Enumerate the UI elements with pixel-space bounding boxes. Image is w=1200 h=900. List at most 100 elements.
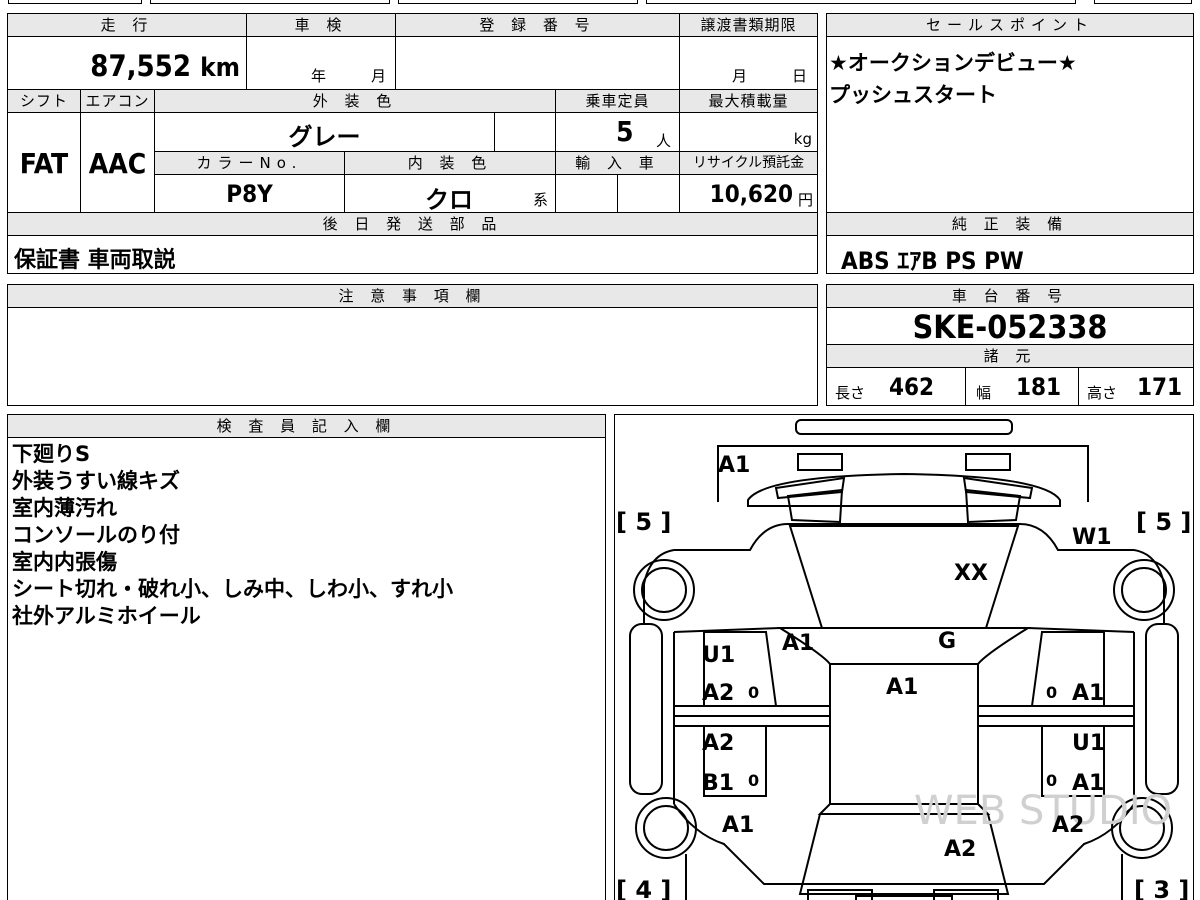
- inspector-note: 室内内張傷: [12, 550, 117, 574]
- later-parts-value: 保証書 車両取説: [14, 248, 176, 273]
- mark-roof: A1: [886, 675, 918, 700]
- wheel-front-right: [1113, 559, 1175, 621]
- max-load-header: 最大積載量: [679, 89, 818, 113]
- capacity-unit: 人: [656, 132, 672, 150]
- color-no-cell: P8Y: [154, 174, 345, 213]
- inspector-header: 検 査 員 記 入 欄: [7, 414, 606, 438]
- recycle-fee-value: 10,620: [709, 180, 793, 208]
- interior-color-value: クロ: [425, 186, 473, 214]
- capacity-cell: 5 人: [555, 112, 680, 152]
- factory-equipment-cell: ABS ｴｱB PS PW: [826, 235, 1194, 275]
- length-cell: 長さ 462: [826, 367, 966, 406]
- sales-point-header: セールスポイント: [826, 13, 1194, 37]
- inspector-note: 下廻りS: [12, 442, 91, 466]
- tire-tread-front-left: [ 5 ]: [616, 508, 671, 536]
- factory-equipment-value: ABS ｴｱB PS PW: [841, 247, 1024, 275]
- aircon-cell: AAC: [80, 112, 155, 213]
- height-cell: 高さ 171: [1078, 367, 1194, 406]
- registration-cell: [395, 36, 680, 90]
- width-label: 幅: [976, 384, 992, 402]
- width-value: 181: [1016, 373, 1062, 401]
- later-parts-header: 後 日 発 送 部 品: [7, 212, 818, 236]
- mark-left-front-door-a: A2: [702, 681, 734, 706]
- aircon-header: エアコン: [80, 89, 155, 113]
- tire-mark-zero: 0: [748, 683, 759, 702]
- inspector-note: コンソールのり付: [12, 523, 180, 547]
- mark-left-front-door-u: U1: [702, 643, 735, 668]
- chassis-no-header: 車 台 番 号: [826, 284, 1194, 308]
- interior-color-cell: クロ 系: [344, 174, 556, 214]
- notes-body: [7, 307, 818, 406]
- recycle-fee-header: リサイクル預託金: [679, 151, 818, 175]
- interior-color-suffix: 系: [533, 191, 549, 209]
- tire-mark-zero: 0: [1046, 771, 1057, 790]
- import-car-header: 輸 入 車: [555, 151, 680, 175]
- front-bumper-bar: [795, 419, 1013, 435]
- length-label: 長さ: [835, 384, 866, 402]
- height-value: 171: [1137, 373, 1183, 401]
- mileage-header: 走 行: [7, 13, 247, 37]
- deadline-month-unit: 月: [732, 67, 748, 85]
- transfer-deadline-header: 譲渡書類期限: [679, 13, 818, 37]
- length-value: 462: [889, 373, 935, 401]
- car-diagram-panel: WEB STUDIO [ 5 ] [ 5 ] [ 4 ] [ 3 ] A1 W1…: [614, 414, 1194, 900]
- inspector-note: シート切れ・破れ小、しみ中、しわ小、すれ小: [12, 577, 453, 601]
- mark-right-front-door: A1: [1072, 681, 1104, 706]
- tire-tread-rear-left: [ 4 ]: [616, 876, 671, 900]
- watermark-text: WEB STUDIO: [914, 788, 1172, 834]
- wheel-rear-left: [635, 797, 697, 859]
- mileage-unit: km: [200, 53, 240, 83]
- mark-roof-front: G: [938, 629, 956, 654]
- chassis-no-value: SKE-052338: [912, 308, 1108, 346]
- width-cell: 幅 181: [965, 367, 1079, 406]
- max-load-unit: kg: [793, 130, 812, 148]
- mark-rear-gate: A2: [944, 837, 976, 862]
- sales-point-line-2: プッシュスタート: [829, 83, 997, 107]
- mileage-cell: 87,552 km: [7, 36, 247, 90]
- mark-windshield: XX: [954, 561, 988, 586]
- exterior-color-value: グレー: [288, 123, 361, 151]
- max-load-cell: kg: [679, 112, 818, 152]
- tire-mark-zero: 0: [748, 771, 759, 790]
- chassis-no-cell: SKE-052338: [826, 307, 1194, 346]
- wheel-front-left: [633, 559, 695, 621]
- tire-tread-rear-right: [ 3 ]: [1134, 876, 1189, 900]
- mark-left-rear-quarter: A1: [722, 813, 754, 838]
- sales-point-line-1: ★オークションデビュー★: [829, 51, 1077, 75]
- deadline-day-unit: 日: [792, 67, 808, 85]
- registration-header: 登 録 番 号: [395, 13, 680, 37]
- shift-value: FAT: [19, 147, 69, 180]
- capacity-header: 乗車定員: [555, 89, 680, 113]
- capacity-value: 5: [616, 115, 634, 148]
- mark-right-rear-door-u: U1: [1072, 731, 1105, 756]
- color-no-header: カラーNo.: [154, 151, 345, 175]
- recycle-fee-cell: 10,620 円: [679, 174, 818, 213]
- inspection-header: 車 検: [246, 13, 396, 37]
- mark-left-rear-door-b: B1: [702, 771, 734, 796]
- mark-left-rear-door-a: A2: [702, 731, 734, 756]
- top-strip: [0, 0, 1200, 6]
- mark-right-rear-quarter: A2: [1052, 813, 1084, 838]
- specs-header: 諸 元: [826, 344, 1194, 368]
- transfer-deadline-cell: 月 日: [679, 36, 818, 90]
- car-diagram: WEB STUDIO [ 5 ] [ 5 ] [ 4 ] [ 3 ] A1 W1…: [616, 419, 1191, 900]
- recycle-fee-unit: 円: [797, 191, 813, 209]
- color-no-value: P8Y: [226, 180, 273, 208]
- import-car-cell-a: [555, 174, 618, 213]
- inspection-year-unit: 年: [311, 67, 327, 85]
- interior-color-header: 内 装 色: [344, 151, 556, 175]
- exterior-extra-cell: [494, 112, 556, 152]
- inspector-body: 下廻りS 外装うすい線キズ 室内薄汚れ コンソールのり付 室内内張傷 シート切れ…: [7, 437, 606, 900]
- later-parts-cell: 保証書 車両取説: [7, 235, 818, 274]
- inspector-note: 室内薄汚れ: [12, 496, 117, 520]
- mark-front-right: W1: [1072, 525, 1112, 550]
- exterior-color-header: 外 装 色: [154, 89, 556, 113]
- mark-right-rear-door-a: A1: [1072, 771, 1104, 796]
- mark-a-pillar: A1: [782, 631, 814, 656]
- import-car-cell-b: [617, 174, 680, 213]
- tire-mark-zero: 0: [1046, 683, 1057, 702]
- inspector-note: 社外アルミホイール: [12, 604, 201, 628]
- tire-tread-front-right: [ 5 ]: [1136, 508, 1191, 536]
- inspection-cell: 年 月: [246, 36, 396, 90]
- sales-point-body: ★オークションデビュー★ プッシュスタート: [826, 36, 1194, 213]
